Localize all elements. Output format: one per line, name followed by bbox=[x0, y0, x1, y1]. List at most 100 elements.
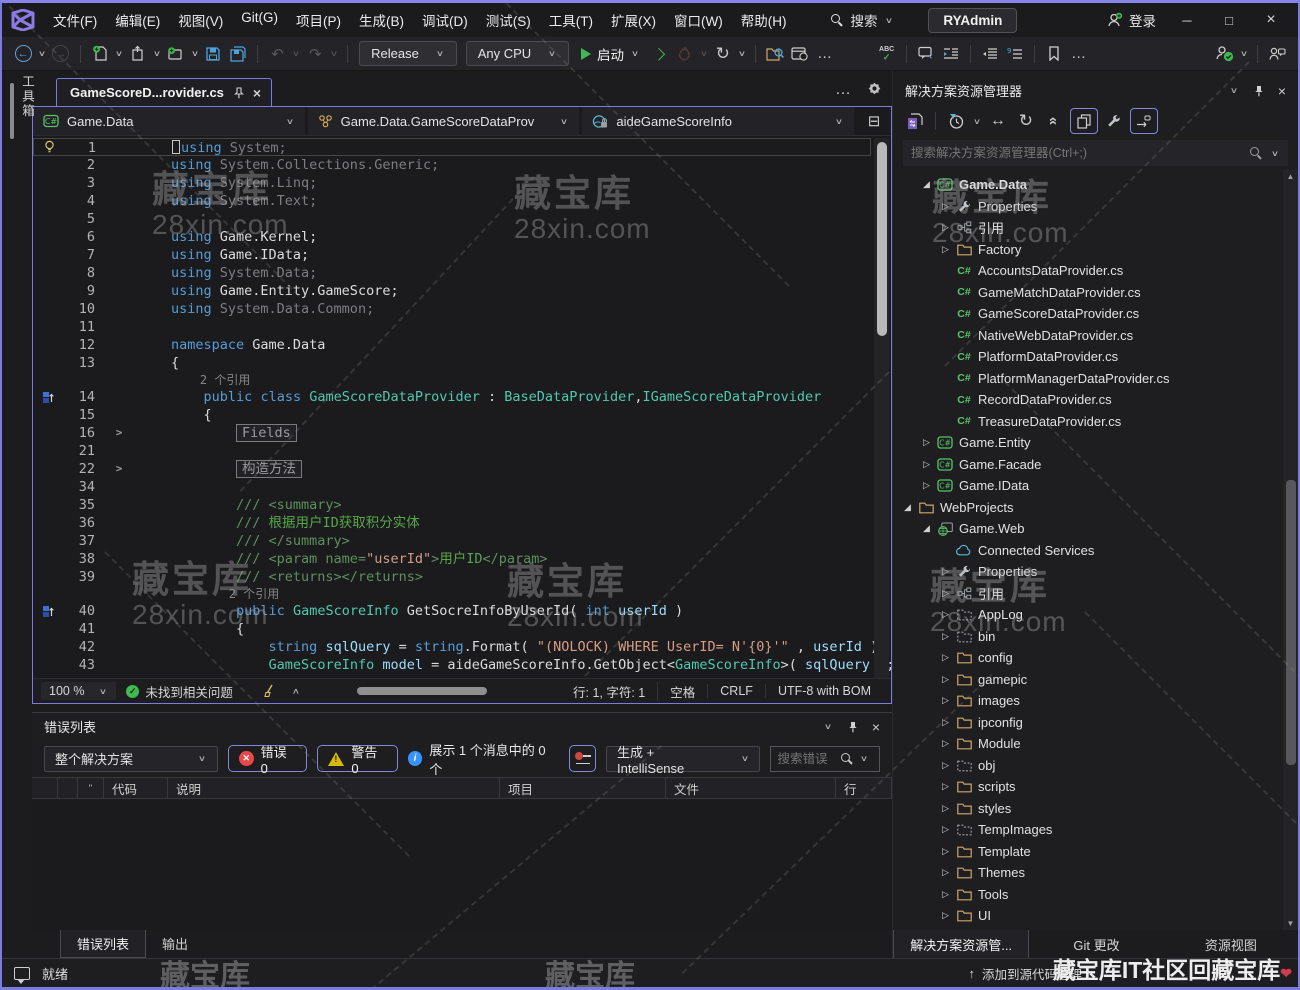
error-column-3[interactable]: 文件 bbox=[666, 778, 836, 798]
tree-collapse-icon[interactable]: ◢ bbox=[899, 502, 916, 513]
tree-item-AccountsDataProvider.cs[interactable]: C#AccountsDataProvider.cs bbox=[893, 260, 1298, 282]
scroll-down-icon[interactable]: ▼ bbox=[1283, 919, 1298, 928]
refresh-icon[interactable]: ↻ bbox=[712, 42, 734, 66]
menu-item-3[interactable]: Git(G) bbox=[232, 5, 287, 35]
bookmark-icon[interactable] bbox=[1043, 42, 1065, 66]
tree-item-Connected-Services[interactable]: Connected Services bbox=[893, 540, 1298, 562]
tree-item-PlatformManagerDataProvider.cs[interactable]: C#PlatformManagerDataProvider.cs bbox=[893, 368, 1298, 390]
caret-position[interactable]: 行: 1, 字符: 1 bbox=[561, 682, 657, 701]
close-icon[interactable]: × bbox=[253, 85, 261, 101]
configuration-dropdown[interactable]: Release∨ bbox=[359, 41, 457, 66]
chevron-down-icon[interactable]: ∨ bbox=[1227, 86, 1241, 95]
tree-item-Themes[interactable]: ▷Themes bbox=[893, 862, 1298, 884]
toolbar-overflow-icon[interactable]: … bbox=[814, 42, 836, 66]
chevron-down-icon[interactable]: ∨ bbox=[821, 722, 835, 731]
speech-bubble-icon[interactable] bbox=[14, 967, 30, 980]
tree-expand-icon[interactable]: ▷ bbox=[937, 566, 954, 577]
tree-item-GameScoreDataProvider.cs[interactable]: C#GameScoreDataProvider.cs bbox=[893, 303, 1298, 325]
tree-item-gamepic[interactable]: ▷gamepic bbox=[893, 669, 1298, 691]
tab-resource-view[interactable]: 资源视图 bbox=[1164, 930, 1298, 959]
error-grid-header-cell[interactable] bbox=[32, 778, 58, 798]
tree-expand-icon[interactable]: ▷ bbox=[937, 609, 954, 620]
tree-expand-icon[interactable]: ▷ bbox=[937, 674, 954, 685]
menu-item-5[interactable]: 生成(B) bbox=[350, 5, 413, 35]
menu-item-10[interactable]: 窗口(W) bbox=[665, 5, 732, 35]
menu-item-11[interactable]: 帮助(H) bbox=[732, 5, 796, 35]
tree-item-config[interactable]: ▷config bbox=[893, 647, 1298, 669]
tree-item-scripts[interactable]: ▷scripts bbox=[893, 776, 1298, 798]
health-indicator[interactable]: ✓ 未找到相关问题 bbox=[126, 682, 233, 701]
preview-icon[interactable] bbox=[1130, 108, 1158, 134]
minimize-button[interactable]: ─ bbox=[1166, 5, 1208, 35]
tree-item-引用[interactable]: ▷引用 bbox=[893, 217, 1298, 239]
tree-scrollbar[interactable]: ▲ ▼ bbox=[1283, 170, 1298, 930]
reference-margin-icon[interactable] bbox=[33, 388, 63, 406]
error-search-box[interactable]: ∨ bbox=[770, 746, 880, 772]
menu-item-0[interactable]: 文件(F) bbox=[44, 5, 106, 35]
eol-indicator[interactable]: CRLF bbox=[707, 684, 765, 698]
breadcrumb-member[interactable]: aideGameScoreInfo∨ bbox=[582, 107, 854, 135]
line-numbers-icon[interactable]: 9 bbox=[1004, 42, 1026, 66]
breadcrumb-project[interactable]: C# Game.Data∨ bbox=[33, 107, 305, 135]
titlebar-search[interactable]: 搜索 ∨ bbox=[823, 6, 902, 34]
close-button[interactable]: × bbox=[1250, 5, 1292, 35]
error-grid-body[interactable] bbox=[32, 799, 892, 930]
comment-icon[interactable] bbox=[915, 42, 937, 66]
tree-expand-icon[interactable]: ▷ bbox=[937, 867, 954, 878]
editor-tab[interactable]: GameScoreD...rovider.cs × bbox=[56, 78, 272, 106]
reference-margin-icon[interactable] bbox=[33, 602, 63, 620]
sign-in-button[interactable]: 登录 bbox=[1105, 10, 1156, 30]
editor-horizontal-scrollbar[interactable] bbox=[357, 687, 487, 695]
tree-item-Game.Data[interactable]: ◢C#Game.Data bbox=[893, 174, 1298, 196]
explorer-search-input[interactable] bbox=[911, 146, 1242, 160]
save-all-icon[interactable] bbox=[227, 42, 249, 66]
spell-check-icon[interactable]: ABC✓ bbox=[876, 42, 898, 66]
account-box[interactable]: RYAdmin bbox=[928, 8, 1017, 33]
code-line-14[interactable]: 14 public class GameScoreDataProvider : … bbox=[33, 388, 871, 406]
tree-expand-icon[interactable]: ▷ bbox=[918, 437, 935, 448]
tree-expand-icon[interactable]: ▷ bbox=[937, 695, 954, 706]
code-line-37[interactable]: 37 /// </summary> bbox=[33, 532, 871, 550]
code-line-16[interactable]: 16> Fields bbox=[33, 424, 871, 442]
tree-expand-icon[interactable]: ▷ bbox=[937, 222, 954, 233]
tree-item-NativeWebDataProvider.cs[interactable]: C#NativeWebDataProvider.cs bbox=[893, 325, 1298, 347]
error-search-input[interactable] bbox=[777, 752, 835, 766]
code-line-40[interactable]: 40 public GameScoreInfo GetSocreInfoByUs… bbox=[33, 602, 871, 620]
tree-collapse-icon[interactable]: ◢ bbox=[918, 523, 935, 534]
tree-item-Module[interactable]: ▷Module bbox=[893, 733, 1298, 755]
error-column-1[interactable]: 说明 bbox=[168, 778, 500, 798]
tab-error-list[interactable]: 错误列表 bbox=[60, 930, 146, 958]
split-editor-icon[interactable]: ⊟ bbox=[857, 107, 891, 135]
code-line-10[interactable]: 10using System.Data.Common; bbox=[33, 300, 871, 318]
close-icon[interactable]: × bbox=[872, 719, 880, 735]
tree-item-Template[interactable]: ▷Template bbox=[893, 841, 1298, 863]
tree-item-bin[interactable]: ▷bin bbox=[893, 626, 1298, 648]
edit-overflow-icon[interactable]: … bbox=[1068, 42, 1090, 66]
error-grid-header-cell[interactable]: " bbox=[78, 778, 104, 798]
platform-dropdown[interactable]: Any CPU∨ bbox=[466, 41, 569, 66]
switch-views-icon[interactable] bbox=[903, 109, 927, 133]
tree-item-PlatformDataProvider.cs[interactable]: C#PlatformDataProvider.cs bbox=[893, 346, 1298, 368]
error-grid-header-cell[interactable] bbox=[58, 778, 78, 798]
menu-item-8[interactable]: 工具(T) bbox=[540, 5, 602, 35]
options-icon[interactable] bbox=[569, 745, 596, 772]
tree-item-引用[interactable]: ▷引用 bbox=[893, 583, 1298, 605]
tree-item-Factory[interactable]: ▷Factory bbox=[893, 239, 1298, 261]
code-editor[interactable]: 1using System;2using System.Collections.… bbox=[33, 136, 891, 678]
breadcrumb-type[interactable]: Game.Data.GameScoreDataProv∨ bbox=[308, 107, 580, 135]
tree-item-GameMatchDataProvider.cs[interactable]: C#GameMatchDataProvider.cs bbox=[893, 282, 1298, 304]
nav-back-icon[interactable]: ← bbox=[12, 42, 34, 66]
tree-expand-icon[interactable]: ▷ bbox=[937, 889, 954, 900]
tree-item-Game.IData[interactable]: ▷C#Game.IData bbox=[893, 475, 1298, 497]
tree-expand-icon[interactable]: ▷ bbox=[937, 631, 954, 642]
code-line-8[interactable]: 8using System.Data; bbox=[33, 264, 871, 282]
save-icon[interactable] bbox=[202, 42, 224, 66]
encoding-indicator[interactable]: UTF-8 with BOM bbox=[765, 684, 883, 698]
close-icon[interactable]: × bbox=[1278, 83, 1286, 99]
code-line-43[interactable]: 43 GameScoreInfo model = aideGameScoreIn… bbox=[33, 656, 871, 674]
tree-item-TreasureDataProvider.cs[interactable]: C#TreasureDataProvider.cs bbox=[893, 411, 1298, 433]
nav-forward-icon[interactable]: → bbox=[50, 42, 72, 66]
error-column-2[interactable]: 项目 bbox=[500, 778, 666, 798]
tree-collapse-icon[interactable]: ◢ bbox=[918, 179, 935, 190]
messages-filter-button[interactable]: i展示 1 个消息中的 0 个 bbox=[408, 740, 559, 778]
